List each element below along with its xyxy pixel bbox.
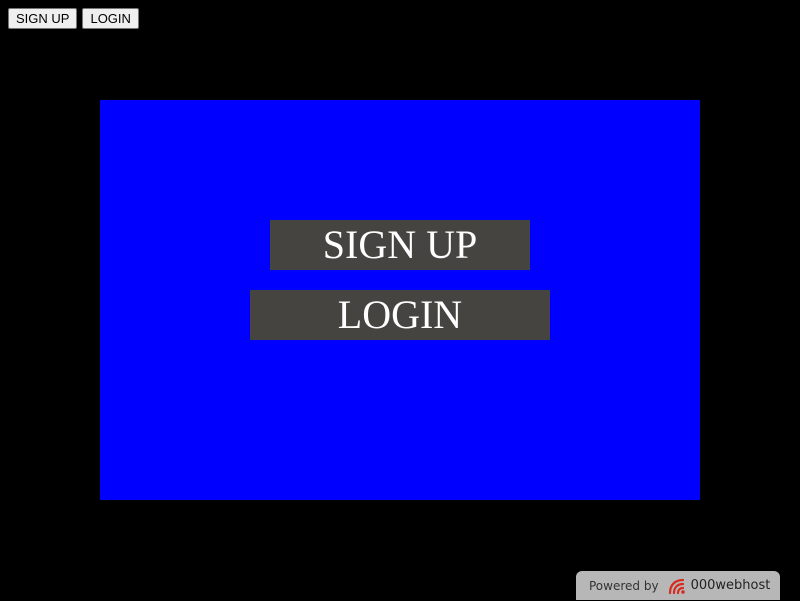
main-panel: SIGN UP LOGIN xyxy=(100,100,700,500)
powered-by-badge[interactable]: Powered by 000webhost xyxy=(576,571,780,600)
000webhost-logo-icon xyxy=(666,576,688,596)
login-panel-button[interactable]: LOGIN xyxy=(250,290,550,340)
top-nav: SIGN UP LOGIN xyxy=(8,8,139,29)
login-button[interactable]: LOGIN xyxy=(82,8,139,29)
host-name-label: 000webhost xyxy=(690,578,771,593)
signup-panel-button[interactable]: SIGN UP xyxy=(270,220,530,270)
signup-button[interactable]: SIGN UP xyxy=(8,8,78,29)
powered-by-label: Powered by xyxy=(589,578,659,593)
